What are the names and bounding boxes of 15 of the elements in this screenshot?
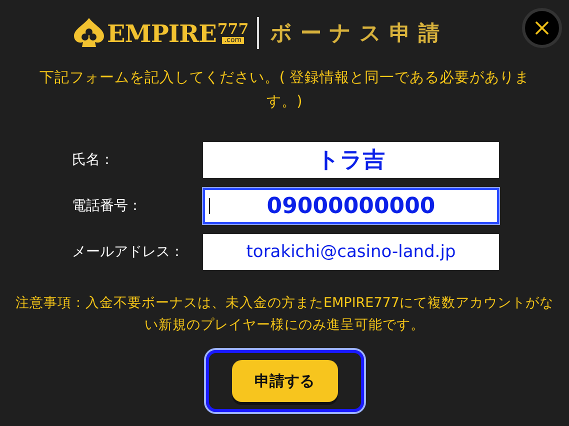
spade-club-icon (72, 16, 106, 50)
logo-number: 777 (217, 22, 249, 37)
field-label: 電話番号： (72, 197, 143, 215)
logo-text: EMPIRE (107, 18, 216, 48)
input-field[interactable]: 09000000000 (203, 188, 499, 224)
instruction-text: 下記フォームを記入してください。( 登録情報と同一である必要があります。) (38, 68, 531, 112)
field-label: メールアドレス： (72, 243, 185, 261)
input-field[interactable]: torakichi@casino-land.jp (203, 234, 499, 270)
submit-button[interactable]: 申請する (232, 360, 338, 402)
notice-text: 注意事項：入金不要ボーナスは、未入金の方またEMPIRE777にて複数アカウントがない新規のプレイヤー様にのみ進呈可能です。 (14, 294, 554, 335)
input-field[interactable]: トラ吉 (203, 142, 499, 178)
dialog-title: ボーナス申請 (270, 20, 448, 47)
close-button[interactable] (522, 8, 562, 48)
field-label: 氏名： (72, 151, 115, 169)
close-icon (534, 20, 550, 36)
